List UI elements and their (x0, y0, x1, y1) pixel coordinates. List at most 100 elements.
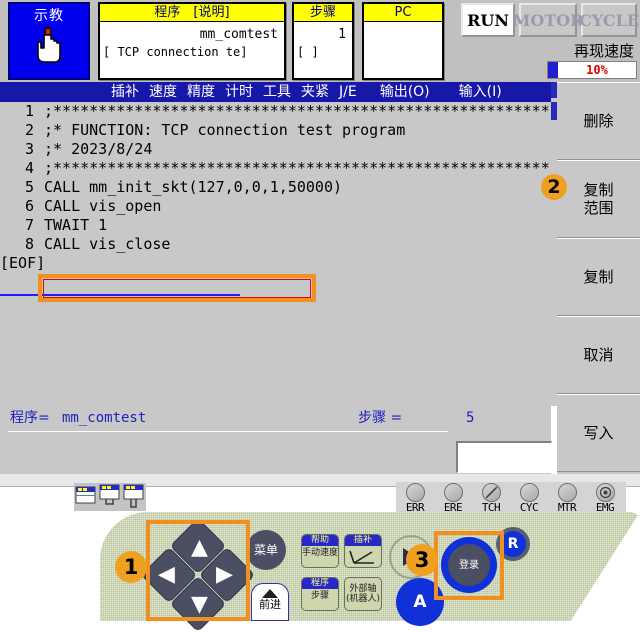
menu-item-timer[interactable]: 计时 (220, 83, 258, 101)
code-line-number: 5 (24, 178, 34, 196)
menu-item-speed[interactable]: 速度 (144, 83, 182, 101)
indicator-emg: EMG (586, 482, 624, 514)
side-button-delete[interactable]: 删除 (557, 82, 640, 160)
code-line-text: ;***************************************… (44, 102, 551, 120)
pendant-key-program-header: 程序 (302, 578, 338, 589)
pendant-key-manualspeed-label: 手动速度 (302, 548, 339, 558)
code-line-number: 6 (24, 197, 34, 215)
axes-icon (345, 546, 381, 567)
window-icon-normal[interactable] (74, 483, 98, 509)
step-field-value: 1 (338, 27, 346, 42)
side-button-copy-range[interactable]: 复制 范围 (557, 160, 640, 238)
pendant-key-help-header: 帮助 (302, 535, 338, 546)
code-line-text: ;* 2023/8/24 (44, 140, 153, 158)
teach-mode-button[interactable]: 示教 (8, 2, 90, 80)
code-line-number: 7 (24, 216, 34, 234)
menu-item-clamp[interactable]: 夹紧 (296, 83, 334, 101)
code-line-number: 4 (24, 159, 34, 177)
indicator-err-bulb (405, 483, 425, 502)
playback-speed: 再现速度 10% (520, 42, 638, 80)
indicator-mtr-bulb (557, 483, 577, 502)
menu-item-tool[interactable]: 工具 (258, 83, 296, 101)
menu-bar: 插补 速度 精度 计时 工具 夹紧 J/E 输出(O) 输入(I) (0, 82, 557, 102)
window-icon-minimized[interactable] (98, 483, 122, 509)
code-line-number: 3 (24, 140, 34, 158)
menu-item-je[interactable]: J/E (334, 83, 362, 101)
program-code-area[interactable]: 1 ;*************************************… (0, 102, 551, 406)
triangle-up-icon (262, 589, 278, 598)
code-line[interactable]: 7 TWAIT 1 (0, 216, 551, 235)
indicator-emg-bulb (595, 483, 615, 502)
callout-highlight-box-2 (38, 274, 316, 302)
pendant-key-external-axis[interactable]: 外部轴 (机器人) (344, 577, 382, 611)
indicator-ere: ERE (434, 482, 472, 514)
cycle-status-button[interactable]: CYCLE (579, 3, 639, 37)
code-line-number: 8 (24, 235, 34, 253)
pendant-menu-button[interactable]: 菜单 (246, 530, 286, 570)
code-line-number: 2 (24, 121, 34, 139)
menu-item-output[interactable]: 输出(O) (362, 83, 435, 101)
playback-speed-fill (548, 62, 558, 78)
pendant-key-interp-header: 插补 (345, 535, 381, 546)
program-field-comment: [ TCP connection te] (103, 45, 248, 59)
pc-field[interactable]: PC (362, 2, 444, 80)
playback-speed-label: 再现速度 (573, 42, 634, 60)
side-button-cancel[interactable]: 取消 (557, 316, 640, 394)
callout-highlight-box-3 (434, 531, 504, 600)
step-field[interactable]: 步骤 1 [ ] (292, 2, 354, 80)
program-field-header: 程序 [说明] (100, 4, 284, 22)
callout-badge-1: 1 (115, 551, 147, 583)
pendant-key-external-axis-label: 外部轴 (机器人) (345, 584, 381, 604)
pc-field-header: PC (364, 4, 442, 22)
code-line-text: TWAIT 1 (44, 216, 108, 234)
callout-badge-2: 2 (541, 174, 567, 200)
footer-step-value: 5 (466, 410, 475, 426)
indicator-err: ERR (396, 482, 434, 514)
run-status-button[interactable]: RUN (461, 3, 515, 37)
status-bar: 示教 程序 [说明] mm_comtest [ TCP connection t… (0, 0, 640, 82)
indicator-cyc-bulb (519, 483, 539, 502)
code-cursor-line (0, 294, 240, 296)
code-line-number: 1 (24, 102, 34, 120)
footer-status: 程序= mm_comtest 步骤 = 5 (0, 406, 551, 432)
code-line[interactable]: 2 ;* FUNCTION: TCP connection test progr… (0, 121, 551, 140)
callout-badge-3: 3 (406, 544, 438, 576)
side-button-write[interactable]: 写入 (557, 394, 640, 472)
pendant-key-program-step[interactable]: 程序 步骤 (301, 577, 339, 611)
pendant-key-help-speed[interactable]: 帮助 手动速度 (301, 534, 339, 568)
code-line[interactable]: 6 CALL vis_open (0, 197, 551, 216)
program-field[interactable]: 程序 [说明] mm_comtest [ TCP connection te] (98, 2, 286, 80)
indicator-led-bar: ERR ERE TCH CYC MTR EMG (396, 482, 626, 514)
motor-status-button[interactable]: MOTOR (513, 3, 583, 37)
side-button-column: 删除 复制 范围 复制 取消 写入 (557, 82, 640, 474)
side-button-copy[interactable]: 复制 (557, 238, 640, 316)
pendant-body-cut (570, 512, 640, 622)
code-line-selected[interactable]: 5 CALL mm_init_skt(127,0,0,1,50000) (0, 178, 551, 197)
step-field-header: 步骤 (294, 4, 352, 22)
hand-pointer-icon (34, 26, 64, 64)
code-line[interactable]: 3 ;* 2023/8/24 (0, 140, 551, 159)
code-line[interactable]: 4 ;*************************************… (0, 159, 551, 178)
pendant-key-interpolation[interactable]: 插补 (344, 534, 382, 568)
code-line[interactable]: 8 CALL vis_close (0, 235, 551, 254)
menu-item-interpolation[interactable]: 插补 (106, 83, 144, 101)
window-icon-maximized[interactable] (122, 483, 146, 509)
step-field-brackets: [ ] (297, 45, 319, 59)
pendant-key-step-label: 步骤 (310, 591, 329, 601)
program-field-value: mm_comtest (199, 27, 278, 42)
window-icon-group (74, 483, 146, 511)
indicator-mtr: MTR (548, 482, 586, 514)
indicator-cyc: CYC (510, 482, 548, 514)
code-line-text: CALL mm_init_skt(127,0,0,1,50000) (44, 178, 343, 196)
menu-item-input[interactable]: 输入(I) (435, 83, 507, 101)
code-line[interactable]: 1 ;*************************************… (0, 102, 551, 121)
playback-speed-bar[interactable]: 10% (547, 61, 637, 79)
menu-item-accuracy[interactable]: 精度 (182, 83, 220, 101)
indicator-tch: TCH (472, 482, 510, 514)
code-line-text: ;* FUNCTION: TCP connection test program (44, 121, 406, 139)
pendant-forward-button[interactable]: 前进 (251, 583, 289, 621)
teach-mode-label: 示教 (34, 8, 64, 24)
command-input[interactable] (456, 441, 552, 473)
footer-program-value: mm_comtest (62, 410, 147, 426)
code-line-text: CALL vis_close (44, 235, 171, 253)
